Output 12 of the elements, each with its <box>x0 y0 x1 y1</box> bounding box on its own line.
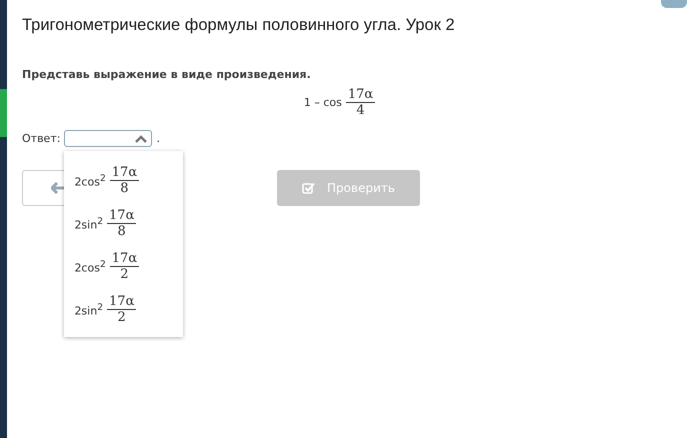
arrow-left-icon <box>51 182 65 194</box>
sidebar-accent <box>0 89 7 137</box>
checkbox-icon <box>302 182 316 194</box>
fraction-numerator: 17α <box>346 87 376 103</box>
fraction-denominator: 4 <box>356 103 365 118</box>
lesson-title: Тригонометрические формулы половинного угла. Урок 2 <box>22 16 456 35</box>
caret-icon <box>135 134 148 142</box>
answer-dropdown[interactable] <box>64 130 152 147</box>
answer-period: . <box>156 132 160 145</box>
expression-text: 1 – cos <box>304 96 342 109</box>
answer-label: Ответ: <box>22 132 60 145</box>
task-instruction: Представь выражение в виде произведения. <box>22 68 312 81</box>
